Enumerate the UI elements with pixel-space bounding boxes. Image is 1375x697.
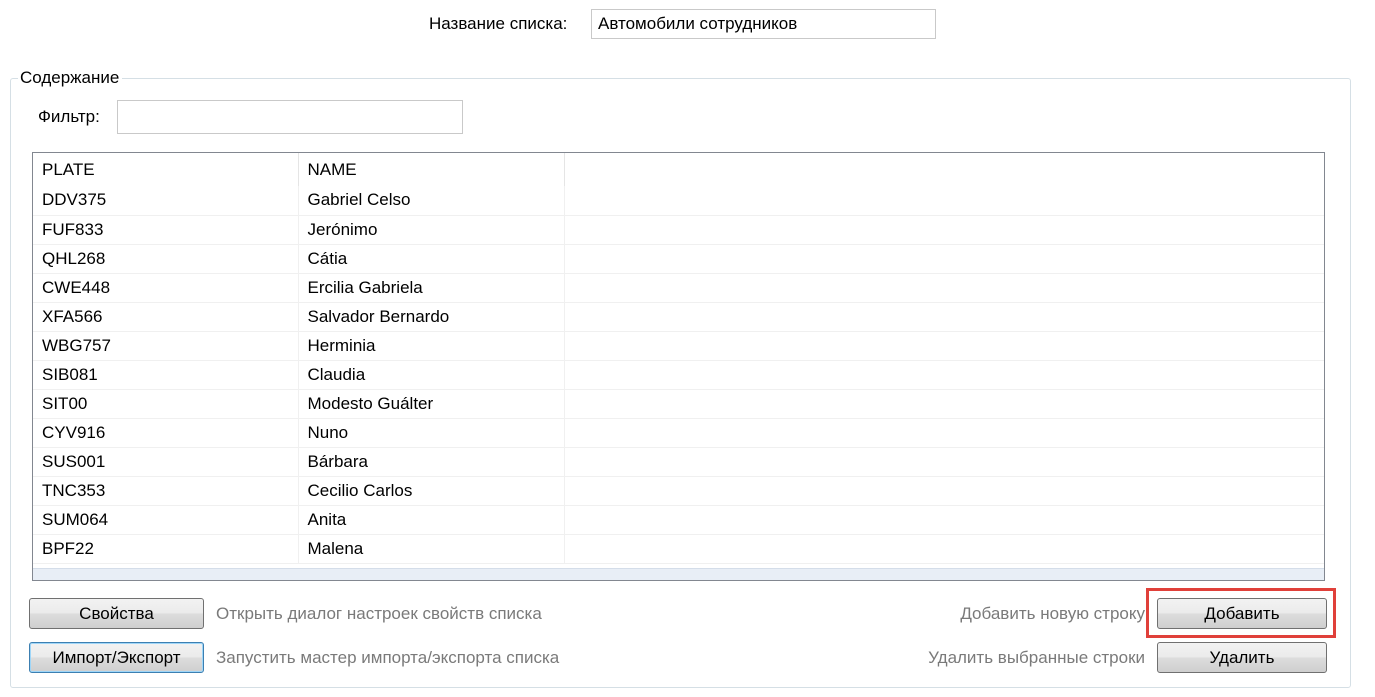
table-row[interactable]: XFA566 Salvador Bernardo bbox=[33, 302, 1324, 332]
properties-button[interactable]: Свойства bbox=[29, 598, 204, 629]
delete-hint: Удалить выбранные строки bbox=[928, 648, 1145, 667]
filler-cell bbox=[564, 389, 1324, 419]
table-row[interactable]: WBG757 Herminia bbox=[33, 331, 1324, 361]
table-row[interactable]: CYV916 Nuno bbox=[33, 418, 1324, 448]
list-name-label: Название списка: bbox=[429, 14, 568, 33]
list-table[interactable]: PLATE NAME DDV375 Gabriel Celso FUF833 Jeró… bbox=[32, 152, 1325, 581]
name-cell: Jerónimo bbox=[298, 215, 565, 245]
name-cell: Modesto Guálter bbox=[298, 389, 565, 419]
table-row[interactable]: FUF833 Jerónimo bbox=[33, 215, 1324, 245]
import-export-hint: Запустить мастер импорта/экспорта списка bbox=[216, 648, 560, 667]
column-header-plate[interactable]: PLATE bbox=[33, 153, 299, 186]
name-cell: Salvador Bernardo bbox=[298, 302, 565, 332]
plate-cell: CWE448 bbox=[33, 273, 299, 303]
table-grid: PLATE NAME DDV375 Gabriel Celso FUF833 Jeró… bbox=[33, 153, 1324, 564]
name-cell: Claudia bbox=[298, 360, 565, 390]
filler-cell bbox=[564, 534, 1324, 564]
filler-cell bbox=[564, 273, 1324, 303]
name-cell: Anita bbox=[298, 505, 565, 535]
column-header-filler bbox=[564, 153, 1324, 186]
plate-cell: SIB081 bbox=[33, 360, 299, 390]
plate-cell: TNC353 bbox=[33, 476, 299, 506]
filler-cell bbox=[564, 360, 1324, 390]
name-cell: Cecilio Carlos bbox=[298, 476, 565, 506]
filler-cell bbox=[564, 447, 1324, 477]
content-groupbox-title: Содержание bbox=[18, 68, 123, 88]
plate-cell: DDV375 bbox=[33, 186, 299, 216]
column-header-name[interactable]: NAME bbox=[298, 153, 565, 186]
filler-cell bbox=[564, 505, 1324, 535]
name-cell: Cátia bbox=[298, 244, 565, 274]
table-row[interactable]: SUM064 Anita bbox=[33, 505, 1324, 535]
import-export-button[interactable]: Импорт/Экспорт bbox=[29, 642, 204, 673]
name-cell: Herminia bbox=[298, 331, 565, 361]
name-cell: Ercilia Gabriela bbox=[298, 273, 565, 303]
table-row[interactable]: SIB081 Claudia bbox=[33, 360, 1324, 390]
table-row[interactable]: SUS001 Bárbara bbox=[33, 447, 1324, 477]
name-cell: Bárbara bbox=[298, 447, 565, 477]
filler-cell bbox=[564, 215, 1324, 245]
filler-cell bbox=[564, 244, 1324, 274]
plate-cell: SUS001 bbox=[33, 447, 299, 477]
filler-cell bbox=[564, 186, 1324, 216]
filler-cell bbox=[564, 418, 1324, 448]
table-bottom-strip bbox=[33, 568, 1324, 580]
add-hint: Добавить новую строку bbox=[960, 604, 1145, 623]
filler-cell bbox=[564, 331, 1324, 361]
table-row[interactable]: SIT00 Modesto Guálter bbox=[33, 389, 1324, 419]
add-button[interactable]: Добавить bbox=[1157, 598, 1327, 629]
table-row[interactable]: BPF22 Malena bbox=[33, 534, 1324, 564]
name-cell: Malena bbox=[298, 534, 565, 564]
plate-cell: XFA566 bbox=[33, 302, 299, 332]
plate-cell: CYV916 bbox=[33, 418, 299, 448]
filter-input[interactable] bbox=[117, 100, 463, 134]
delete-button[interactable]: Удалить bbox=[1157, 642, 1327, 673]
name-cell: Nuno bbox=[298, 418, 565, 448]
filter-label: Фильтр: bbox=[38, 107, 100, 126]
table-row[interactable]: TNC353 Cecilio Carlos bbox=[33, 476, 1324, 506]
plate-cell: WBG757 bbox=[33, 331, 299, 361]
plate-cell: BPF22 bbox=[33, 534, 299, 564]
filler-cell bbox=[564, 302, 1324, 332]
table-row[interactable]: DDV375 Gabriel Celso bbox=[33, 186, 1324, 216]
filler-cell bbox=[564, 476, 1324, 506]
properties-hint: Открыть диалог настроек свойств списка bbox=[216, 604, 542, 623]
list-name-input[interactable] bbox=[591, 9, 936, 39]
plate-cell: SUM064 bbox=[33, 505, 299, 535]
plate-cell: FUF833 bbox=[33, 215, 299, 245]
table-row[interactable]: QHL268 Cátia bbox=[33, 244, 1324, 274]
table-row[interactable]: CWE448 Ercilia Gabriela bbox=[33, 273, 1324, 303]
plate-cell: QHL268 bbox=[33, 244, 299, 274]
name-cell: Gabriel Celso bbox=[298, 186, 565, 216]
table-header-row: PLATE NAME bbox=[33, 153, 1324, 186]
plate-cell: SIT00 bbox=[33, 389, 299, 419]
